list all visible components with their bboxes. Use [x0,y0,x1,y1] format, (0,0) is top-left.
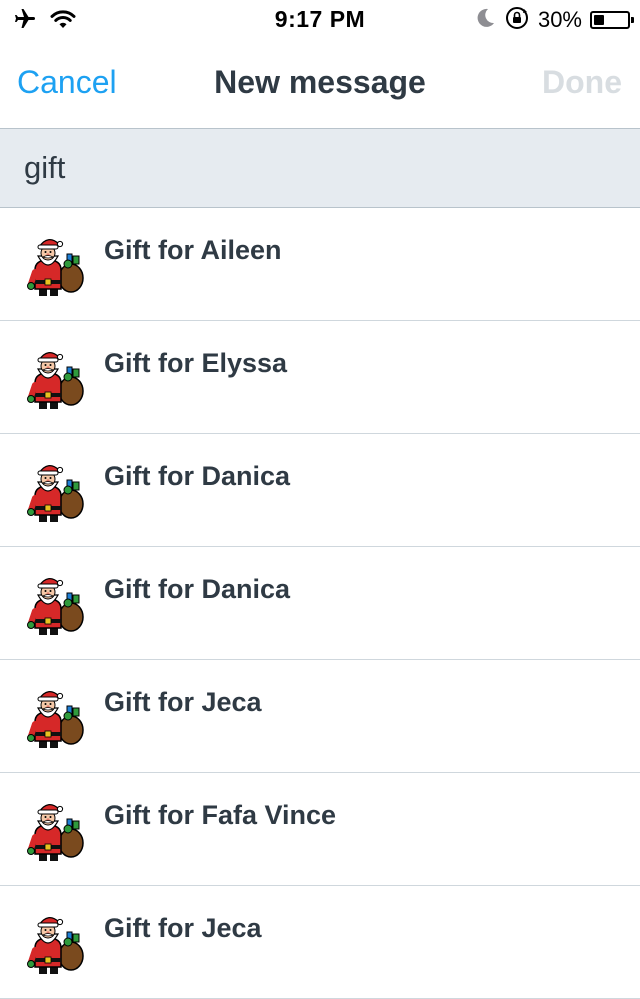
santa-icon [27,688,85,750]
result-row[interactable]: Gift for Aileen [0,208,640,321]
results-list: Gift for Aileen Gift for Elyssa Gift for… [0,208,640,999]
santa-icon [27,575,85,637]
battery-nub [631,17,634,23]
result-row[interactable]: Gift for Danica [0,547,640,660]
result-row[interactable]: Gift for Fafa Vince [0,773,640,886]
santa-icon [27,914,85,976]
santa-icon [27,236,85,298]
result-row[interactable]: Gift for Jeca [0,886,640,999]
result-label: Gift for Jeca [104,913,262,943]
rotation-lock-icon [504,5,530,36]
result-label: Gift for Danica [104,574,291,604]
status-right: 30% [474,5,634,36]
recipient-search-input[interactable] [24,147,614,189]
santa-icon [27,462,85,524]
result-label: Gift for Elyssa [104,348,288,378]
battery-percent: 30% [537,7,582,32]
do-not-disturb-moon-icon [474,7,496,34]
result-row[interactable]: Gift for Elyssa [0,321,640,434]
done-button[interactable]: Done [542,64,622,101]
result-label: Gift for Danica [104,461,291,491]
result-label: Gift for Jeca [104,687,262,717]
santa-icon [27,801,85,863]
result-row[interactable]: Gift for Jeca [0,660,640,773]
result-row[interactable]: Gift for Danica [0,434,640,547]
result-label: Gift for Fafa Vince [104,800,337,830]
recipient-search-bar [0,128,640,208]
battery-icon [590,11,634,29]
battery-fill [594,15,604,25]
navigation-bar: Cancel New message Done [0,40,640,128]
result-label: Gift for Aileen [104,235,282,265]
santa-icon [27,349,85,411]
status-bar: 9:17 PM 30% [0,0,640,40]
